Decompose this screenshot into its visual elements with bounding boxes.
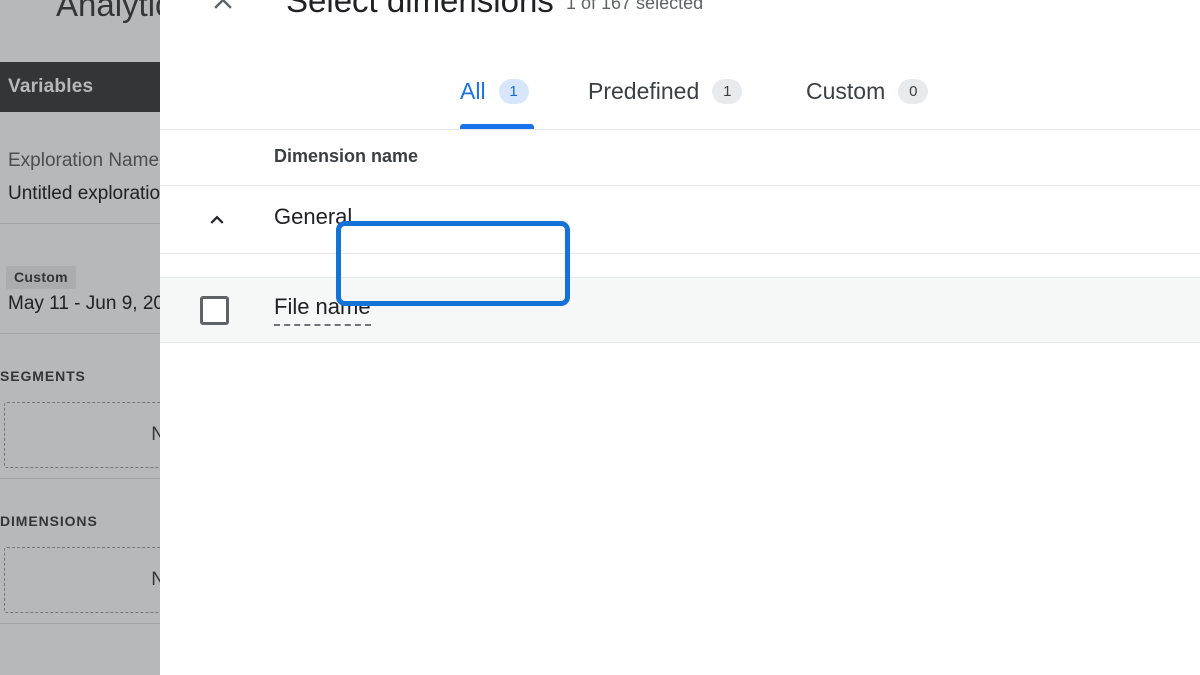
- column-header-dimension-name: Dimension name: [274, 146, 419, 166]
- tab-custom-label: Custom: [806, 77, 886, 104]
- tab-predefined-badge: 1: [712, 78, 743, 104]
- selected-count: 1 of 167 selected: [566, 0, 704, 13]
- tab-custom[interactable]: Custom 0: [806, 52, 929, 130]
- dimension-row-label[interactable]: File name: [274, 294, 371, 326]
- screen-root: Analytics Variables Exploration Name Unt…: [0, 0, 1200, 675]
- dimension-group-general[interactable]: General: [160, 186, 1200, 254]
- tab-all[interactable]: All 1: [460, 52, 529, 130]
- tab-predefined[interactable]: Predefined 1: [588, 52, 743, 130]
- tab-custom-badge: 0: [898, 78, 929, 104]
- dimension-checkbox[interactable]: [200, 296, 229, 325]
- tab-all-badge: 1: [498, 78, 529, 104]
- tab-predefined-label: Predefined: [588, 77, 700, 104]
- dialog-header: Select dimensions 1 of 167 selected: [160, 0, 1200, 52]
- dialog-title: Select dimensions: [286, 0, 554, 19]
- close-icon[interactable]: [208, 0, 238, 15]
- active-tab-indicator: [460, 124, 534, 129]
- dimension-row-file-name[interactable]: File name: [160, 277, 1200, 343]
- chevron-up-icon[interactable]: [204, 207, 230, 233]
- dimension-tabs: All 1 Predefined 1 Custom 0: [160, 52, 1200, 130]
- select-dimensions-dialog: Select dimensions 1 of 167 selected All …: [160, 0, 1200, 675]
- dimension-group-label: General: [274, 204, 353, 229]
- tab-all-label: All: [460, 77, 486, 104]
- table-column-header: Dimension name: [160, 130, 1200, 186]
